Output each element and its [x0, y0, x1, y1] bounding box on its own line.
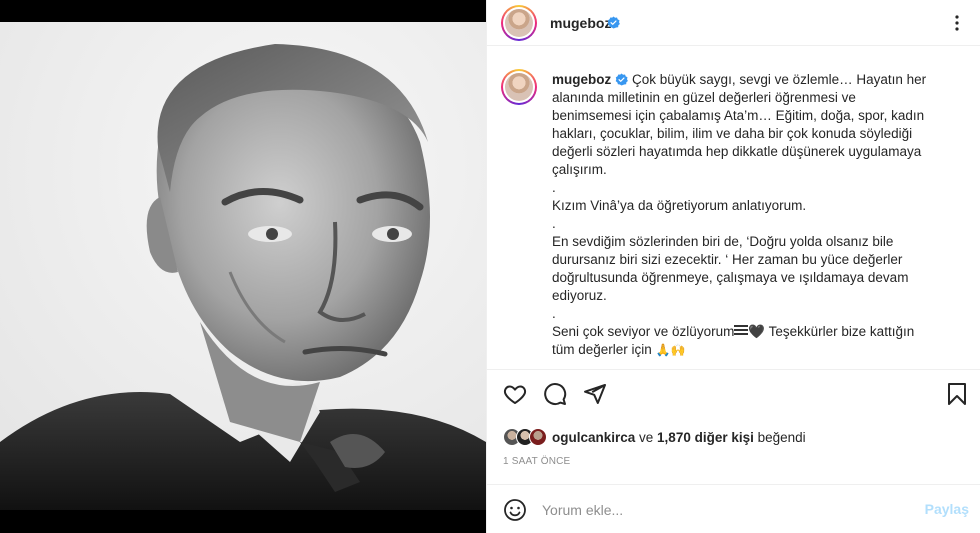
emoji-icon[interactable] [503, 498, 527, 522]
likes-text: ogulcankirca ve 1,870 diğer kişi beğendi [552, 430, 806, 445]
comment-input[interactable] [542, 497, 902, 523]
post-photo[interactable] [0, 22, 486, 510]
liker-username[interactable]: ogulcankirca [552, 430, 635, 445]
black-heart-emoji: 🖤 [748, 324, 766, 339]
caption-line: . [552, 180, 556, 195]
caption-line: hakları, çocuklar, bilim, ilim ve daha b… [552, 126, 913, 141]
comment-icon[interactable] [543, 382, 567, 406]
caption-line: . [552, 306, 556, 321]
verified-badge-icon [615, 73, 629, 86]
verified-badge-icon [607, 16, 620, 29]
author-username[interactable]: mugeboz [550, 15, 611, 31]
caption-line: durursanız biri sizi ezecektir. ‘ Her za… [552, 252, 903, 267]
likes-connector: ve [635, 429, 658, 445]
post-comment-button[interactable]: Paylaş [925, 501, 969, 517]
post-actions-section: ogulcankirca ve 1,870 diğer kişi beğendi… [487, 369, 980, 533]
share-icon[interactable] [583, 382, 607, 406]
likes-suffix: beğendi [753, 429, 806, 445]
author-avatar[interactable] [501, 5, 537, 41]
post-header: mugeboz [487, 0, 980, 46]
liker-avatar[interactable] [529, 428, 547, 446]
caption-line: Kızım Vinâ’ya da öğretiyorum anlatıyorum… [552, 198, 807, 213]
caption-line: değerli sözleri hayatımda hep dikkatle d… [552, 144, 922, 159]
add-comment-bar: Paylaş [487, 484, 980, 533]
more-icon[interactable] [949, 14, 965, 32]
comments-area[interactable]: mugeboz Çok büyük saygı, sevgi ve özleml… [487, 47, 980, 369]
likes-count-link[interactable]: 1,870 diğer kişi [657, 430, 754, 445]
bookmark-icon[interactable] [945, 382, 969, 406]
caption-line: . [552, 216, 556, 231]
caption-line: alanında milletinin en güzel değerleri ö… [552, 90, 856, 105]
caption-line: En sevdiğim sözlerinden biri de, ‘Doğru … [552, 234, 894, 249]
caption-line: Seni çok seviyor ve özlüyorum [552, 324, 735, 339]
bars-emoji-icon [734, 325, 749, 337]
caption-author-avatar[interactable] [501, 69, 537, 105]
instagram-post-view: mugeboz mugeboz Çok büyük saygı, sevgi v… [0, 0, 980, 533]
post-timestamp[interactable]: 1 SAAT ÖNCE [503, 456, 570, 467]
post-details-panel: mugeboz mugeboz Çok büyük saygı, sevgi v… [486, 0, 980, 533]
hands-emoji: 🙏🙌 [655, 343, 686, 357]
heart-icon[interactable] [503, 382, 527, 406]
caption-line: doğrultusunda öğrenmeye, çalışmaya ve ış… [552, 270, 909, 285]
caption-line: Teşekkürler bize kattığın [765, 324, 915, 339]
caption-line: çalışırım. [552, 162, 607, 177]
caption-author-username[interactable]: mugeboz [552, 72, 611, 87]
caption-line: tüm değerler için [552, 342, 656, 357]
likes-summary: ogulcankirca ve 1,870 diğer kişi beğendi [503, 426, 806, 448]
caption-line: benimsemesi için çabalamış Ata’m… Eğitim… [552, 108, 925, 123]
portrait-image [0, 22, 486, 510]
caption-line: ediyoruz. [552, 288, 607, 303]
caption-line: Çok büyük saygı, sevgi ve özlemle… Hayat… [632, 72, 927, 87]
post-media [0, 0, 486, 533]
post-caption: mugeboz Çok büyük saygı, sevgi ve özleml… [552, 71, 952, 359]
